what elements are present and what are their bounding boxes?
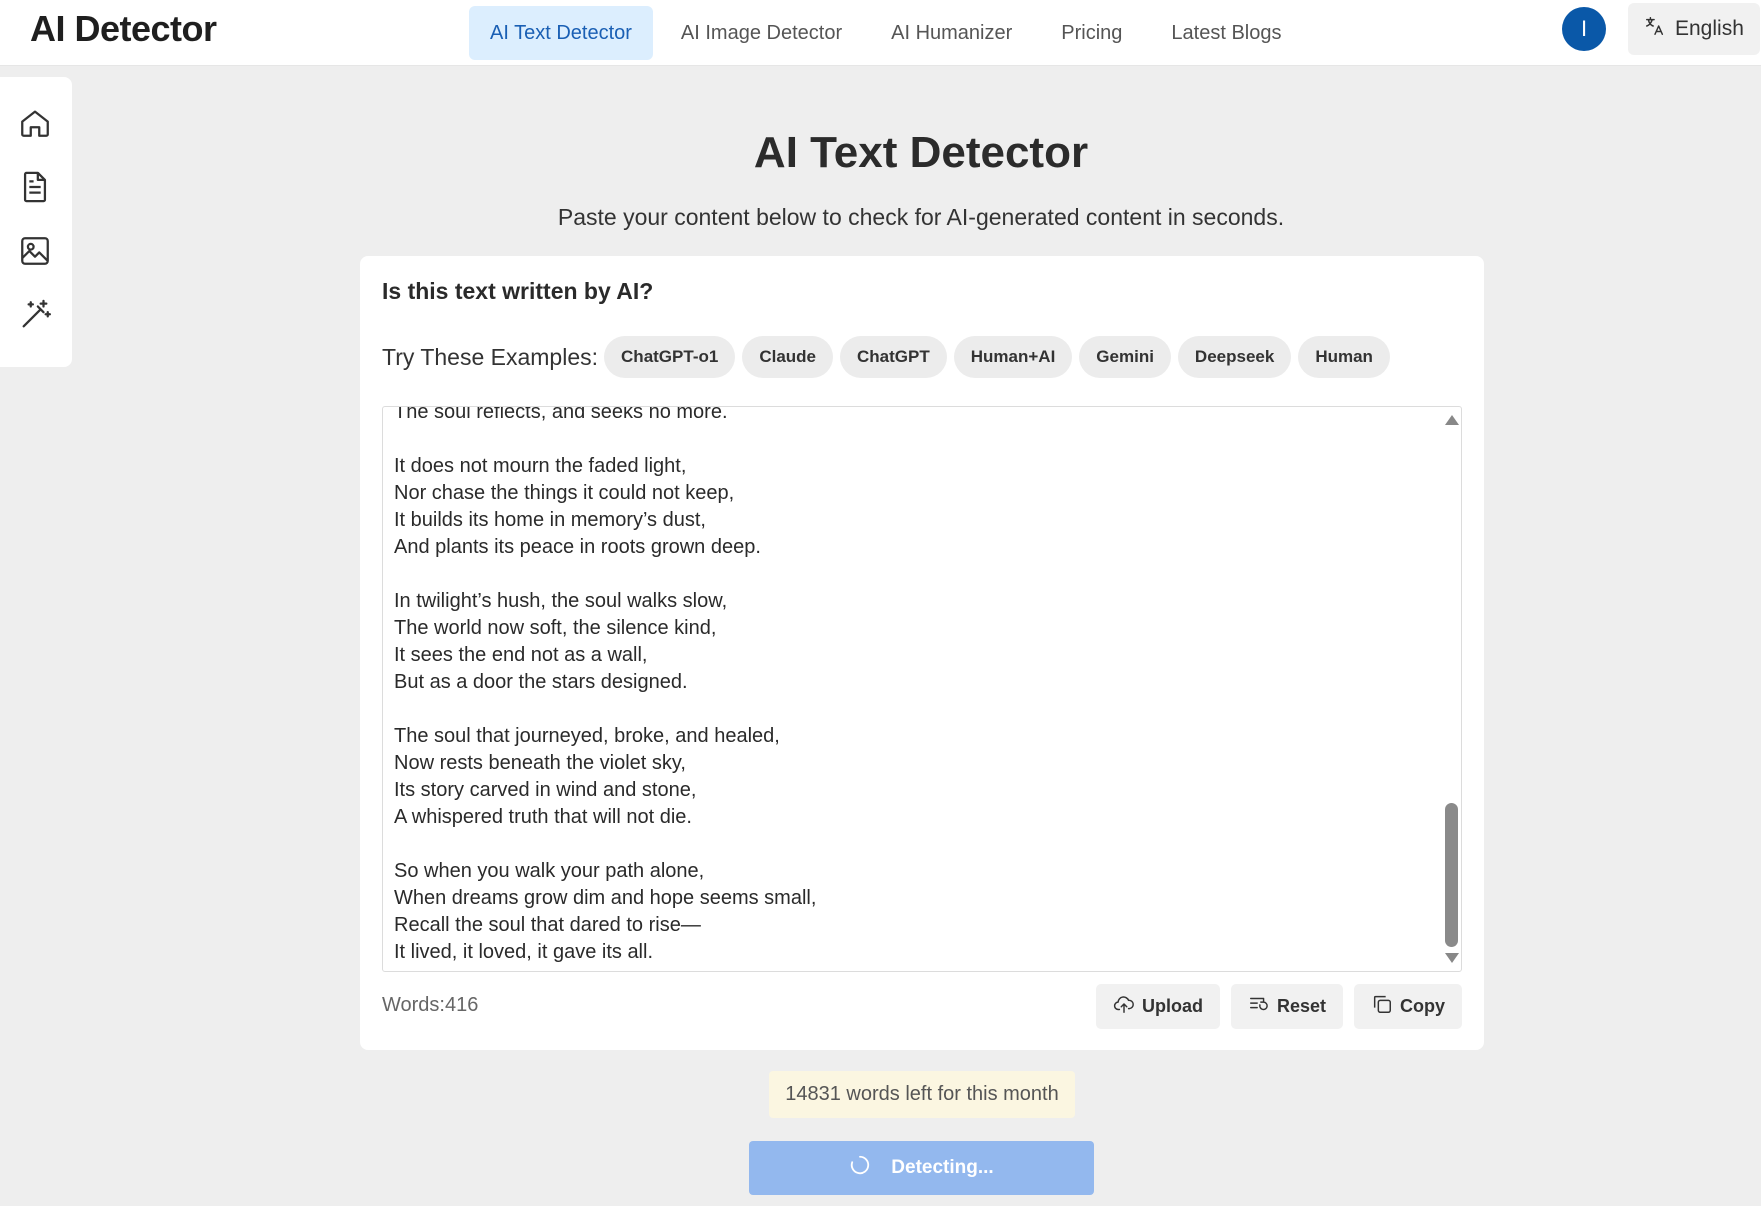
words-left-notice: 14831 words left for this month xyxy=(769,1071,1075,1118)
text-input-area[interactable]: The soul reflects, and seeks no more. It… xyxy=(382,406,1462,972)
translate-icon xyxy=(1644,15,1666,43)
copy-icon xyxy=(1371,993,1393,1020)
scroll-thumb[interactable] xyxy=(1445,803,1458,947)
reset-button[interactable]: Reset xyxy=(1230,984,1343,1029)
detect-button-label: Detecting... xyxy=(891,1157,994,1178)
editor-text[interactable]: The soul reflects, and seeks no more. It… xyxy=(394,407,1434,966)
nav-ai-humanizer[interactable]: AI Humanizer xyxy=(870,6,1033,60)
reset-lines-icon xyxy=(1248,993,1270,1020)
page-title: AI Text Detector xyxy=(753,128,1089,177)
upload-label: Upload xyxy=(1141,996,1203,1016)
magic-wand-icon[interactable] xyxy=(18,298,52,332)
vertical-scrollbar[interactable] xyxy=(1441,407,1461,971)
language-label: English xyxy=(1675,17,1744,40)
scroll-up-arrow-icon[interactable] xyxy=(1445,415,1459,425)
language-selector[interactable]: English xyxy=(1628,3,1760,55)
nav-ai-text-detector[interactable]: AI Text Detector xyxy=(469,6,653,60)
copy-button[interactable]: Copy xyxy=(1354,984,1462,1029)
site-logo[interactable]: AI Detector xyxy=(30,8,217,50)
nav-pricing[interactable]: Pricing xyxy=(1040,6,1143,60)
example-chip-claude[interactable]: Claude xyxy=(742,336,834,378)
editor-actions: Upload Reset Copy xyxy=(1095,984,1462,1029)
nav-latest-blogs[interactable]: Latest Blogs xyxy=(1150,6,1302,60)
page-subtitle: Paste your content below to check for AI… xyxy=(557,204,1285,230)
example-chip-gemini[interactable]: Gemini xyxy=(1079,336,1171,378)
card-question: Is this text written by AI? xyxy=(382,278,654,304)
word-count: Words:416 xyxy=(382,994,479,1016)
examples-row: Try These Examples: ChatGPT-o1 Claude Ch… xyxy=(382,336,1397,378)
image-icon[interactable] xyxy=(18,234,52,268)
example-chip-chatgpt[interactable]: ChatGPT xyxy=(840,336,947,378)
cloud-upload-icon xyxy=(1113,993,1135,1020)
example-chip-human[interactable]: Human xyxy=(1298,336,1390,378)
loading-spinner-icon xyxy=(849,1154,871,1182)
user-avatar[interactable]: I xyxy=(1562,7,1606,51)
top-navigation-bar: AI Detector AI Text Detector AI Image De… xyxy=(0,0,1761,66)
example-chip-deepseek[interactable]: Deepseek xyxy=(1177,336,1292,378)
main-nav: AI Text Detector AI Image Detector AI Hu… xyxy=(469,0,1309,66)
examples-label: Try These Examples: xyxy=(382,343,599,370)
upload-button[interactable]: Upload xyxy=(1095,984,1220,1029)
detector-card: Is this text written by AI? Try These Ex… xyxy=(360,256,1484,1050)
example-chip-human-ai[interactable]: Human+AI xyxy=(953,336,1073,378)
scroll-down-arrow-icon[interactable] xyxy=(1445,953,1459,963)
detect-button[interactable]: Detecting... xyxy=(749,1141,1094,1195)
nav-ai-image-detector[interactable]: AI Image Detector xyxy=(660,6,863,60)
reset-label: Reset xyxy=(1276,996,1326,1016)
copy-label: Copy xyxy=(1400,996,1445,1016)
example-chip-chatgpt-o1[interactable]: ChatGPT-o1 xyxy=(604,336,736,378)
